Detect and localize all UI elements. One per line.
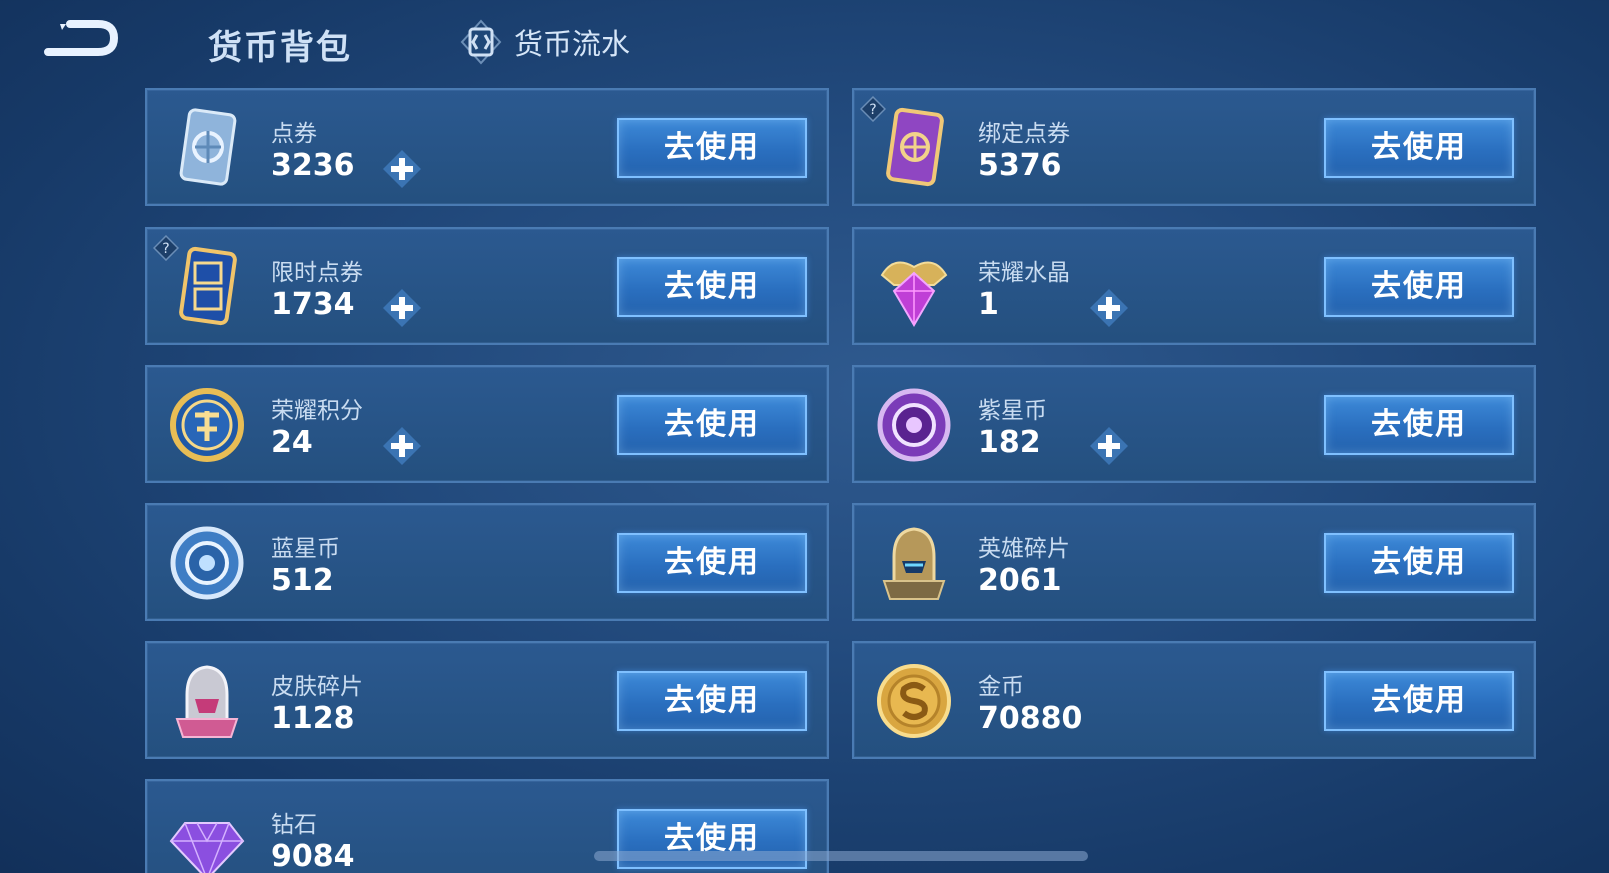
use-button[interactable]: 去使用 <box>617 118 807 178</box>
use-button[interactable]: 去使用 <box>617 395 807 455</box>
currency-amount: 70880 <box>978 701 1083 736</box>
currency-amount: 512 <box>271 563 334 598</box>
use-button[interactable]: 去使用 <box>1324 395 1514 455</box>
currency-card-hero-fragment: 英雄碎片 2061 去使用 <box>852 503 1536 621</box>
currency-name: 限时点券 <box>271 260 363 286</box>
back-arrow-icon <box>44 20 119 56</box>
currency-amount: 1 <box>978 287 999 322</box>
currency-amount: 3236 <box>271 148 355 183</box>
diamond-gem-icon <box>169 822 245 873</box>
ledger-card-icon <box>460 19 502 65</box>
currency-name: 荣耀积分 <box>271 398 363 424</box>
top-bar: 货币背包 货币流水 <box>0 0 1609 86</box>
currency-amount: 5376 <box>978 148 1062 183</box>
use-button[interactable]: 去使用 <box>1324 671 1514 731</box>
use-button[interactable]: 去使用 <box>1324 533 1514 593</box>
currency-card-bound-coupon: ? 绑定点券 5376 去使用 <box>852 88 1536 206</box>
use-button[interactable]: 去使用 <box>617 257 807 317</box>
add-plus-icon[interactable] <box>381 425 423 467</box>
currency-name: 蓝星币 <box>271 536 340 562</box>
currency-amount: 1128 <box>271 701 355 736</box>
currency-amount: 182 <box>978 425 1041 460</box>
currency-amount: 1734 <box>271 287 355 322</box>
scroll-indicator[interactable] <box>594 851 1088 861</box>
currency-name: 紫星币 <box>978 398 1047 424</box>
currency-name: 金币 <box>978 674 1024 700</box>
glory-points-coin-icon <box>170 388 244 462</box>
add-plus-icon[interactable] <box>381 287 423 329</box>
back-button[interactable] <box>40 18 122 64</box>
add-plus-icon[interactable] <box>381 148 423 190</box>
currency-name: 英雄碎片 <box>978 536 1070 562</box>
skin-fragment-helmet-icon <box>175 665 239 738</box>
bound-coupon-card-icon <box>886 107 944 187</box>
currency-card-coupon: 点券 3236 去使用 <box>145 88 829 206</box>
currency-name: 钻石 <box>271 812 317 838</box>
add-plus-icon[interactable] <box>1088 287 1130 329</box>
purple-star-coin-icon <box>877 388 951 462</box>
currency-name: 皮肤碎片 <box>271 674 363 700</box>
currency-card-limited-coupon: ? 限时点券 1734 去使用 <box>145 227 829 345</box>
currency-card-purple-star: 紫星币 182 去使用 <box>852 365 1536 483</box>
use-button[interactable]: 去使用 <box>1324 257 1514 317</box>
currency-name: 点券 <box>271 121 317 147</box>
glory-crystal-icon <box>880 261 948 327</box>
page-title: 货币背包 <box>208 28 352 68</box>
currency-amount: 24 <box>271 425 313 460</box>
blue-star-coin-icon <box>170 526 244 600</box>
currency-card-gold: 金币 70880 去使用 <box>852 641 1536 759</box>
limited-coupon-icon <box>179 246 237 326</box>
use-button[interactable]: 去使用 <box>1324 118 1514 178</box>
tab-currency-ledger[interactable]: 货币流水 <box>458 19 631 65</box>
use-button[interactable]: 去使用 <box>617 533 807 593</box>
ledger-tab-label: 货币流水 <box>514 27 631 61</box>
currency-card-skin-fragment: 皮肤碎片 1128 去使用 <box>145 641 829 759</box>
currency-name: 荣耀水晶 <box>978 260 1070 286</box>
gold-coin-icon <box>877 664 951 738</box>
currency-card-glory-crystal: 荣耀水晶 1 去使用 <box>852 227 1536 345</box>
currency-card-blue-star: 蓝星币 512 去使用 <box>145 503 829 621</box>
coupon-card-icon <box>179 108 237 186</box>
hero-fragment-helmet-icon <box>882 527 946 600</box>
use-button[interactable]: 去使用 <box>617 671 807 731</box>
currency-name: 绑定点券 <box>978 121 1070 147</box>
add-plus-icon[interactable] <box>1088 425 1130 467</box>
currency-card-glory-points: 荣耀积分 24 去使用 <box>145 365 829 483</box>
currency-amount: 2061 <box>978 563 1062 598</box>
currency-amount: 9084 <box>271 839 355 873</box>
